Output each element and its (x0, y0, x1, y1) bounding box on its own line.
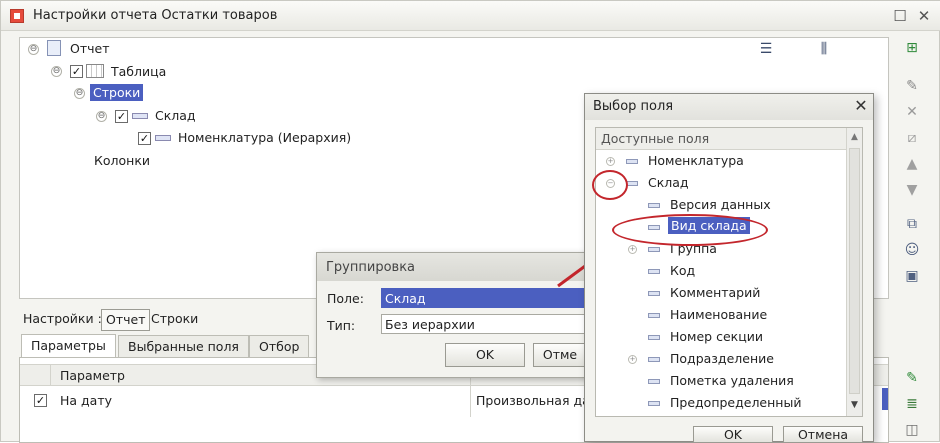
field-icon (648, 247, 660, 252)
close-icon[interactable]: ✕ (853, 97, 869, 115)
expand-icon[interactable]: + (628, 355, 637, 364)
field-icon (648, 313, 660, 318)
annotation-circle-item (612, 214, 768, 246)
grid-divider (50, 365, 51, 385)
window-title: Настройки отчета Остатки товаров (33, 8, 278, 23)
cube-icon[interactable]: ◫ (903, 421, 921, 439)
grouping-dialog: Группировка Поле: Склад Тип: Без иерархи… (316, 252, 588, 378)
delete-icon[interactable]: ✕ (903, 103, 921, 121)
tree-node-report[interactable]: Отчет (70, 41, 109, 56)
field-label: Поле: (327, 291, 364, 306)
picker-ok-button[interactable]: OK (693, 426, 773, 443)
collapse-icon[interactable]: ⊖ (96, 111, 107, 122)
user-settings-icon[interactable]: ☺ (903, 241, 921, 259)
type-select[interactable]: Без иерархии (381, 314, 586, 334)
title-bar: Настройки отчета Остатки товаров ☐ ✕ (1, 1, 940, 31)
tab-selected-fields[interactable]: Выбранные поля (118, 335, 249, 357)
picker-scrollbar[interactable]: ▲ ▼ (846, 128, 862, 416)
picker-title: Выбор поля (593, 99, 674, 114)
pencil-icon[interactable]: ✎ (903, 369, 921, 387)
move-down-icon[interactable]: ▼ (903, 181, 921, 199)
param-row-value[interactable]: Произвольная дат (476, 393, 597, 408)
annotation-circle-toggle (592, 170, 628, 200)
list-item[interactable]: Номер секции (670, 329, 763, 344)
columns-icon[interactable]: ⫼ (815, 40, 833, 58)
table-checkbox[interactable]: ✓ (70, 65, 83, 78)
field-icon (648, 203, 660, 208)
field-icon (626, 159, 638, 164)
stack-icon[interactable]: ≣ (903, 395, 921, 413)
group-settings-icon[interactable]: ⧉ (903, 215, 921, 233)
grouping-title-bar: Группировка (317, 253, 587, 281)
add-group-icon[interactable]: ⊞ (903, 39, 921, 57)
list-item[interactable]: Предопределенный (670, 395, 801, 410)
collapse-icon[interactable]: ⊖ (74, 88, 85, 99)
param-row-checkbox[interactable]: ✓ (34, 394, 47, 407)
picker-title-bar: Выбор поля ✕ (585, 94, 873, 120)
clear-icon[interactable]: ⧄ (903, 129, 921, 147)
list-item[interactable]: Номенклатура (648, 153, 744, 168)
grouping-title: Группировка (326, 260, 416, 275)
list-item[interactable]: Версия данных (670, 197, 771, 212)
display-settings-icon[interactable]: ▣ (903, 267, 921, 285)
expand-icon[interactable]: + (628, 245, 637, 254)
sklad-checkbox[interactable]: ✓ (115, 110, 128, 123)
settings-rows-button[interactable]: Строки (147, 309, 202, 331)
field-picker-dialog: Выбор поля ✕ Доступные поля ▲ ▼ + Номенк… (584, 93, 874, 443)
field-icon (648, 269, 660, 274)
table-icon (86, 64, 104, 78)
report-doc-icon (47, 40, 61, 56)
align-list-icon[interactable]: ☰ (757, 40, 775, 58)
tree-node-rows[interactable]: Строки (90, 84, 144, 101)
grouping-ok-button[interactable]: OK (445, 343, 525, 367)
settings-label: Настройки : (23, 311, 102, 326)
list-item[interactable]: Подразделение (670, 351, 774, 366)
tree-node-table[interactable]: Таблица (111, 64, 166, 79)
collapse-icon[interactable]: ⊖ (28, 44, 39, 55)
list-item[interactable]: Код (670, 263, 695, 278)
row-selection-marker (882, 388, 888, 410)
field-icon (648, 401, 660, 406)
list-item[interactable]: Склад (648, 175, 689, 190)
restore-icon[interactable]: ☐ (891, 7, 909, 25)
picker-cancel-button[interactable]: Отмена (783, 426, 863, 443)
param-column-header[interactable]: Параметр (60, 368, 125, 383)
field-icon (132, 113, 148, 119)
tab-parameters[interactable]: Параметры (21, 334, 116, 358)
field-icon (648, 291, 660, 296)
edit-icon[interactable]: ✎ (903, 77, 921, 95)
scroll-thumb[interactable] (849, 148, 860, 394)
collapse-icon[interactable]: ⊖ (51, 66, 62, 77)
param-row-name[interactable]: На дату (60, 393, 112, 408)
close-icon[interactable]: ✕ (915, 7, 933, 25)
field-input[interactable]: Склад (381, 288, 586, 308)
right-toolbar: ⊞ ✎ ✕ ⧄ ▲ ▼ ⧉ ☺ ▣ ✎ ≣ ◫ (897, 35, 927, 443)
tab-filter[interactable]: Отбор (249, 335, 310, 357)
available-fields-title: Доступные поля (601, 131, 710, 146)
field-icon (648, 335, 660, 340)
expand-icon[interactable]: + (606, 157, 615, 166)
move-up-icon[interactable]: ▲ (903, 155, 921, 173)
list-item[interactable]: Комментарий (670, 285, 760, 300)
scroll-down-icon[interactable]: ▼ (847, 398, 862, 412)
available-fields-header: Доступные поля (596, 128, 846, 150)
tree-node-sklad[interactable]: Склад (155, 108, 196, 123)
field-icon (648, 379, 660, 384)
list-item[interactable]: Пометка удаления (670, 373, 794, 388)
available-fields-list: Доступные поля ▲ ▼ + Номенклатура − Скла… (595, 127, 863, 417)
grouping-cancel-button[interactable]: Отме (533, 343, 587, 367)
list-item[interactable]: Наименование (670, 307, 767, 322)
type-label: Тип: (327, 318, 356, 333)
tree-node-columns[interactable]: Колонки (94, 153, 150, 168)
settings-report-button[interactable]: Отчет (101, 309, 151, 331)
scroll-up-icon[interactable]: ▲ (847, 130, 862, 144)
tree-node-nomenclature[interactable]: Номенклатура (Иерархия) (178, 130, 351, 145)
nomenclature-checkbox[interactable]: ✓ (138, 132, 151, 145)
report-app-icon (10, 9, 24, 23)
field-icon (648, 357, 660, 362)
field-icon (155, 135, 171, 141)
